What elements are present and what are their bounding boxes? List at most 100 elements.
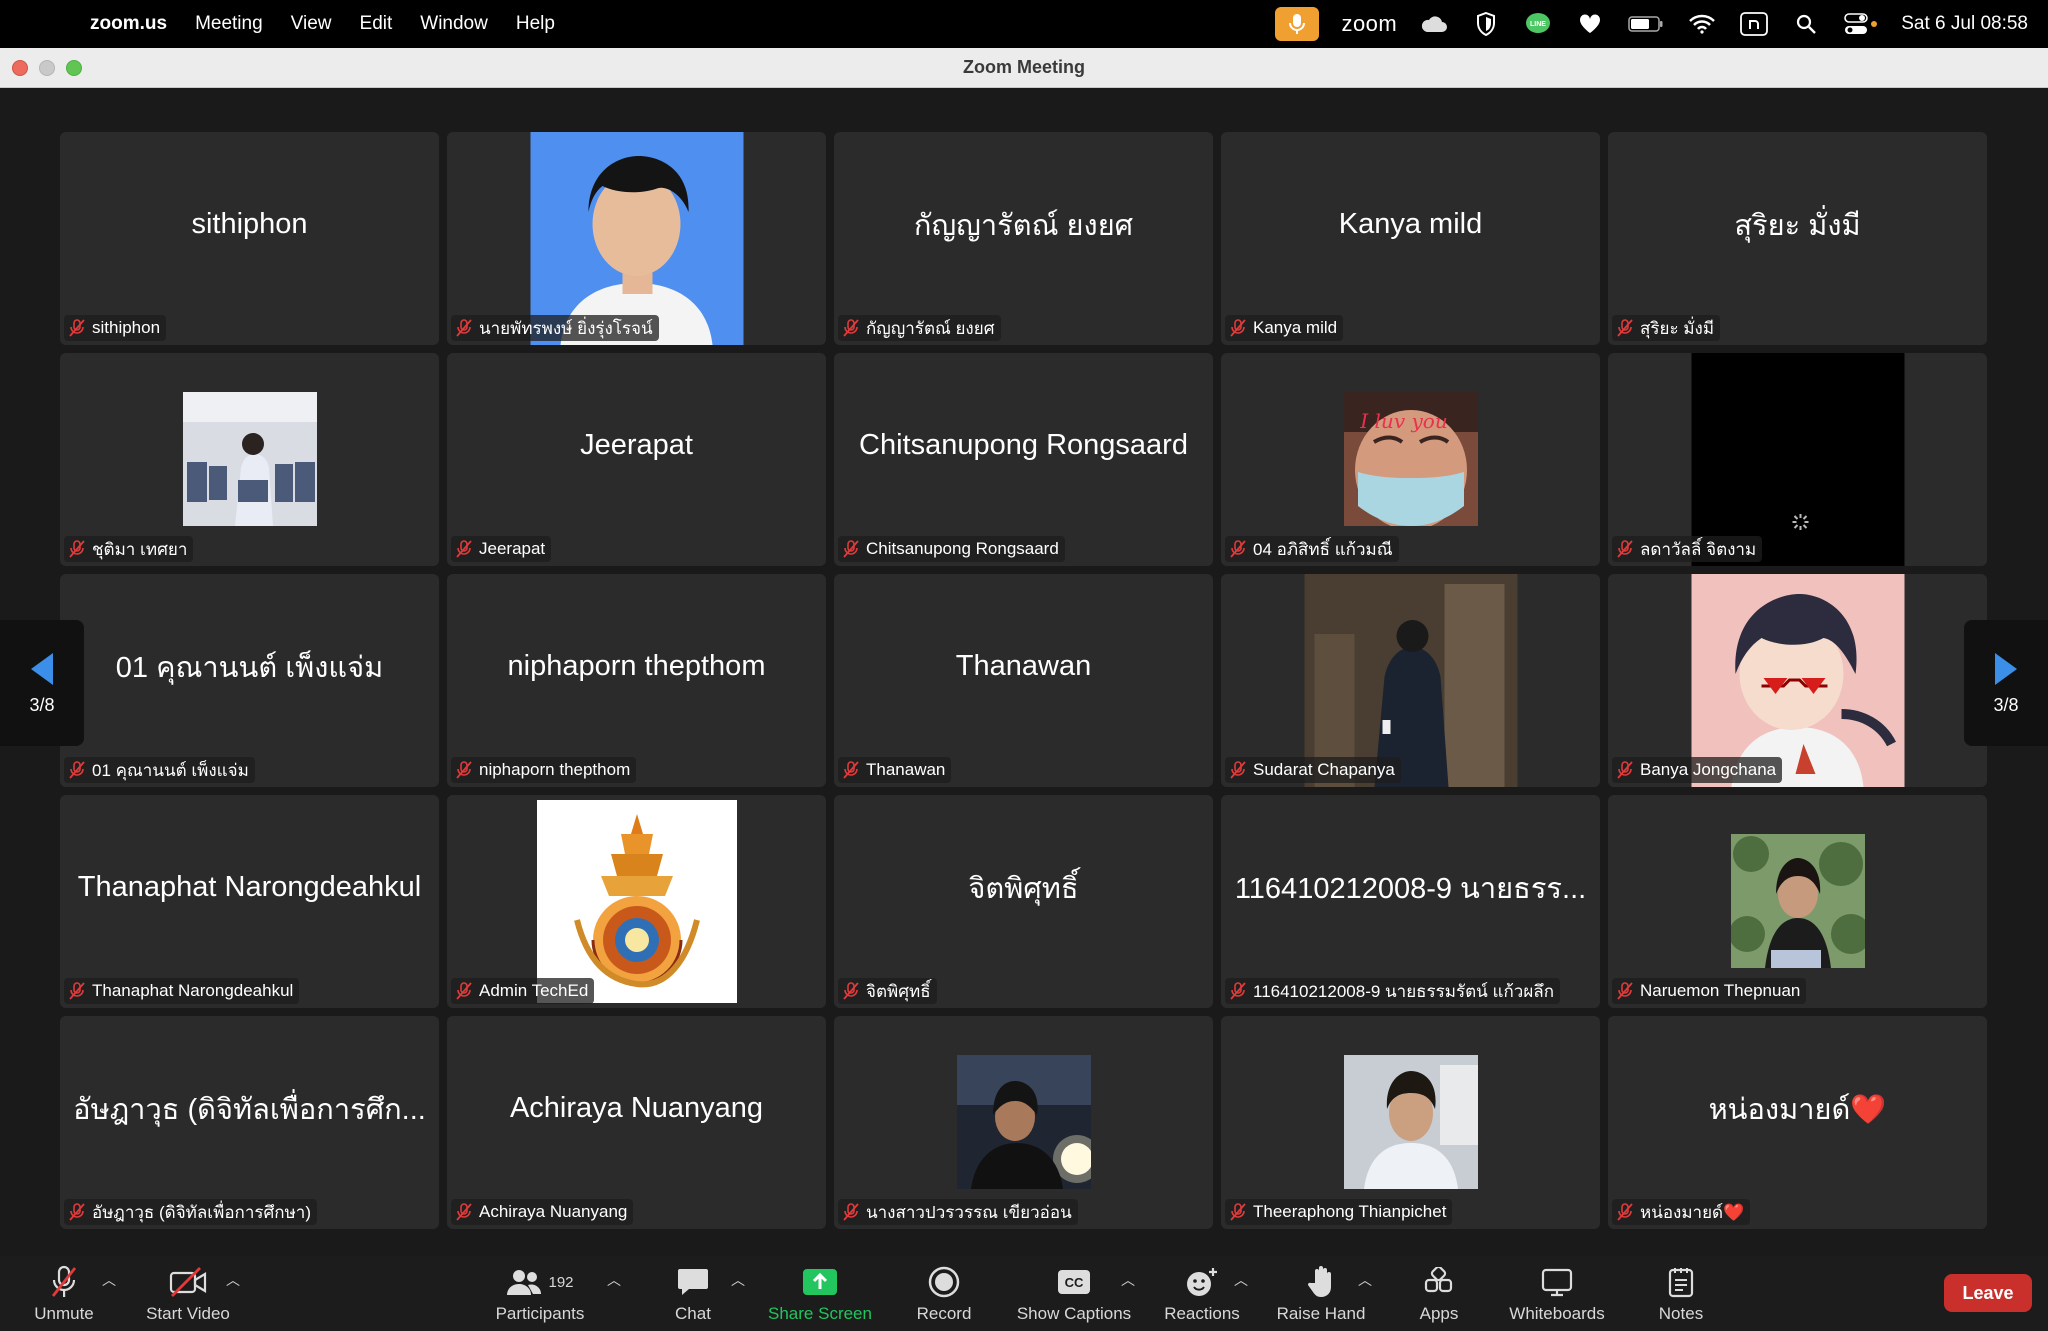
apps-icon (1424, 1264, 1454, 1300)
participant-tile[interactable]: Naruemon Thepnuan (1608, 795, 1987, 1008)
close-window-button[interactable] (12, 60, 28, 76)
participant-display-name: sithiphon (191, 208, 308, 240)
notes-button[interactable]: Notes (1621, 1264, 1741, 1324)
participant-tile[interactable]: Chitsanupong Rongsaard Chitsanupong Rongs… (834, 353, 1213, 566)
apps-button[interactable]: Apps (1379, 1264, 1499, 1324)
participant-tile[interactable]: Thanawan Thanawan (834, 574, 1213, 787)
participant-tile[interactable]: Jeerapat Jeerapat (447, 353, 826, 566)
participant-tile[interactable]: Theeraphong Thianpichet (1221, 1016, 1600, 1229)
participant-name: ลดาวัลลิ์ จิตงาม (1640, 539, 1757, 559)
participant-name-label: 116410212008-9 นายธรรมรัตน์ แก้วผลึก (1225, 978, 1560, 1004)
next-page-button[interactable]: 3/8 (1964, 620, 2048, 746)
leave-button[interactable]: Leave (1944, 1274, 2032, 1312)
participant-tile[interactable]: ลดาวัลลิ์ จิตงาม (1608, 353, 1987, 566)
participant-display-name: Achiraya Nuanyang (509, 1092, 764, 1124)
participant-tile[interactable]: นางสาวปวรวรรณ เขียวอ่อน (834, 1016, 1213, 1229)
audio-options-chevron-icon[interactable]: ︿ (102, 1270, 116, 1290)
participant-tile[interactable]: I luv you 04 อภิสิทธิ์ แก้วมณี (1221, 353, 1600, 566)
participant-name-label: niphaporn thepthom (451, 757, 637, 783)
chat-icon (677, 1264, 709, 1300)
svg-text:CC: CC (1065, 1275, 1084, 1290)
participant-tile[interactable]: ชุติมา เทศยา (60, 353, 439, 566)
participant-name: ชุติมา เทศยา (92, 539, 188, 559)
menu-edit[interactable]: Edit (346, 13, 407, 35)
record-button[interactable]: Record (884, 1264, 1004, 1324)
menu-view[interactable]: View (277, 13, 346, 35)
input-source-icon[interactable] (1739, 9, 1769, 39)
participant-tile[interactable]: จิตพิศุทธิ์ จิตพิศุทธิ์ (834, 795, 1213, 1008)
menu-meeting[interactable]: Meeting (181, 13, 277, 35)
menubar-clock[interactable]: Sat 6 Jul 08:58 (1901, 13, 2028, 35)
participants-icon: 192 (506, 1264, 574, 1300)
participant-tile[interactable]: Admin TechEd (447, 795, 826, 1008)
show-captions-button[interactable]: CC Show Captions (1014, 1264, 1134, 1324)
participants-options-chevron-icon[interactable]: ︿ (607, 1270, 621, 1290)
notes-icon (1668, 1264, 1694, 1300)
participant-name: 116410212008-9 นายธรรมรัตน์ แก้วผลึก (1253, 981, 1554, 1001)
participant-name-label: sithiphon (64, 315, 167, 341)
participant-name: Admin TechEd (479, 981, 589, 1000)
video-options-chevron-icon[interactable]: ︿ (226, 1270, 240, 1290)
participant-name: niphaporn thepthom (479, 760, 631, 779)
participant-tile[interactable]: Banya Jongchana (1608, 574, 1987, 787)
participant-name: sithiphon (92, 318, 161, 337)
previous-page-button[interactable]: 3/8 (0, 620, 84, 746)
participant-display-name: Chitsanupong Rongsaard (859, 429, 1188, 461)
raise-hand-label: Raise Hand (1276, 1304, 1366, 1323)
participants-count: 192 (548, 1273, 574, 1291)
shield-icon[interactable] (1471, 9, 1501, 39)
participant-name-label: นายพัทรพงษ์ ยิ่งรุ่งโรจน์ (451, 315, 659, 341)
heart-icon[interactable] (1575, 9, 1605, 39)
arrow-left-icon (31, 652, 53, 685)
participant-tile[interactable]: sithiphon sithiphon (60, 132, 439, 345)
minimize-window-button[interactable] (39, 60, 55, 76)
participant-name-label: Jeerapat (451, 536, 552, 562)
participant-tile[interactable]: สุริยะ มั่งมี สุริยะ มั่งมี (1608, 132, 1987, 345)
participants-button[interactable]: 192 Participants (480, 1264, 600, 1324)
muted-microphone-icon (1229, 1203, 1247, 1221)
participant-grid: sithiphon sithiphon นายพัทรพงษ์ ยิ่งรุ่งโร… (60, 132, 1987, 1229)
participant-tile[interactable]: นายพัทรพงษ์ ยิ่งรุ่งโรจน์ (447, 132, 826, 345)
participant-tile[interactable]: Achiraya Nuanyang Achiraya Nuanyang (447, 1016, 826, 1229)
participant-name: Chitsanupong Rongsaard (866, 539, 1059, 558)
participant-tile[interactable]: 116410212008-9 นายธรร... 116410212008-9 น… (1221, 795, 1600, 1008)
zoom-tray-label[interactable]: zoom (1341, 11, 1397, 37)
participant-tile[interactable]: Kanya mild Kanya mild (1221, 132, 1600, 345)
participant-tile[interactable]: Sudarat Chapanya (1221, 574, 1600, 787)
participant-name-label: Kanya mild (1225, 315, 1344, 341)
arrow-right-icon (1995, 652, 2017, 685)
participant-photo (1343, 1055, 1478, 1189)
participant-tile[interactable]: niphaporn thepthom niphaporn thepthom (447, 574, 826, 787)
zoom-window-button[interactable] (66, 60, 82, 76)
participant-name-label: ลดาวัลลิ์ จิตงาม (1612, 536, 1763, 562)
participant-name: 04 อภิสิทธิ์ แก้วมณี (1253, 539, 1393, 559)
participant-name-label: Admin TechEd (451, 978, 595, 1004)
line-icon[interactable]: LINE (1523, 9, 1553, 39)
cloud-icon[interactable] (1419, 9, 1449, 39)
whiteboards-button[interactable]: Whiteboards (1497, 1264, 1617, 1324)
wifi-icon[interactable] (1687, 9, 1717, 39)
search-icon[interactable] (1791, 9, 1821, 39)
muted-microphone-icon (1229, 982, 1247, 1000)
menu-help[interactable]: Help (502, 13, 569, 35)
share-screen-button[interactable]: Share Screen (760, 1264, 880, 1324)
participant-tile[interactable]: Thanaphat Narongdeahkul Thanaphat Narongd… (60, 795, 439, 1008)
participant-photo (956, 1055, 1091, 1189)
meeting-toolbar: Unmute ︿ Start Video ︿ 192 Participants … (0, 1256, 2048, 1331)
raise-hand-icon (1307, 1264, 1335, 1300)
participant-tile[interactable]: อัษฎาวุธ (ดิจิทัลเพื่อการศึก... อัษฎาวุธ … (60, 1016, 439, 1229)
reactions-options-chevron-icon[interactable]: ︿ (1234, 1270, 1248, 1290)
participant-photo (1304, 574, 1517, 787)
participant-tile[interactable]: 01 คุณานนต์ เพ็งแจ่ม 01 คุณานนต์ เพ็งแจ่ม (60, 574, 439, 787)
raise-hand-options-chevron-icon[interactable]: ︿ (1358, 1270, 1372, 1290)
muted-microphone-icon (68, 319, 86, 337)
microphone-icon[interactable] (1275, 7, 1320, 41)
chat-options-chevron-icon[interactable]: ︿ (731, 1270, 745, 1290)
menu-app-zoom[interactable]: zoom.us (76, 13, 181, 35)
participant-name-label: ชุติมา เทศยา (64, 536, 194, 562)
participant-tile[interactable]: หน่องมายด์❤️ หน่องมายด์❤️ (1608, 1016, 1987, 1229)
menu-window[interactable]: Window (406, 13, 502, 35)
captions-options-chevron-icon[interactable]: ︿ (1121, 1270, 1135, 1290)
control-center-icon[interactable] (1843, 9, 1879, 39)
participant-tile[interactable]: กัญญารัตณ์ ยงยศ กัญญารัตณ์ ยงยศ (834, 132, 1213, 345)
